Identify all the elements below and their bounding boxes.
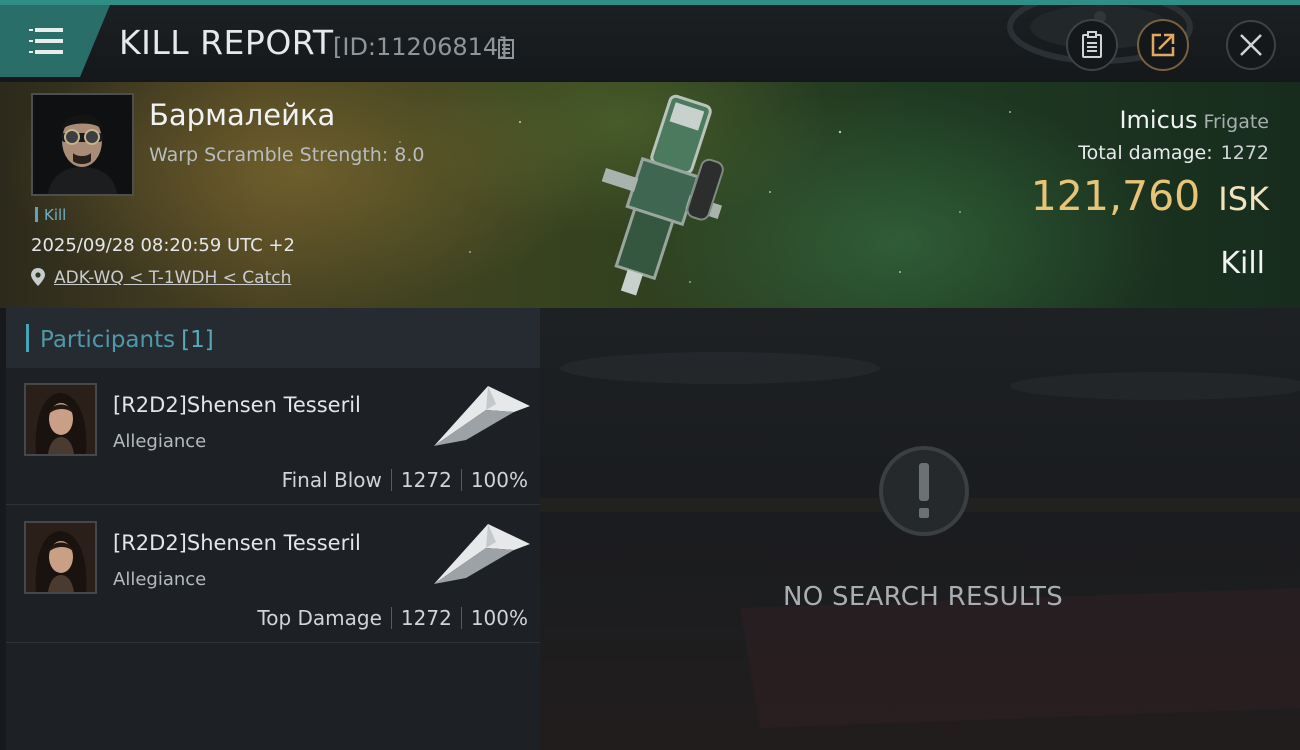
- victim-name: Бармалейка: [149, 98, 336, 132]
- share-button[interactable]: [1137, 19, 1189, 71]
- close-icon: [1240, 34, 1262, 56]
- participant-ship-icon: [434, 386, 530, 446]
- participant-ship-icon: [434, 524, 530, 584]
- copy-icon[interactable]: [498, 39, 514, 59]
- ship-info: Imicus Frigate: [1119, 106, 1269, 134]
- total-damage-value: 1272: [1220, 142, 1269, 164]
- participant-role: Top Damage: [257, 606, 382, 630]
- share-icon: [1151, 33, 1175, 57]
- participants-panel: Participants [1] [R2D2]Shensen Tesseril A…: [6, 308, 540, 750]
- header-bar: KILL REPORT [ID:11206814]: [0, 5, 1300, 82]
- participant-percent: 100%: [470, 468, 528, 492]
- kill-tag: Kill: [35, 206, 66, 224]
- menu-button[interactable]: [0, 5, 110, 77]
- ship-name: Imicus: [1119, 106, 1198, 134]
- results-panel: NO SEARCH RESULTS: [540, 308, 1300, 750]
- participant-portrait: [26, 523, 95, 592]
- kill-result: Kill: [1220, 246, 1265, 281]
- victim-subtitle: Warp Scramble Strength: 8.0: [149, 144, 425, 166]
- victim-avatar: [33, 95, 132, 194]
- participant-corp: Allegiance: [113, 569, 207, 590]
- participant-role: Final Blow: [281, 468, 382, 492]
- participant-percent: 100%: [470, 606, 528, 630]
- isk-amount: 121,760: [1030, 172, 1201, 220]
- isk-unit: ISK: [1218, 180, 1269, 218]
- ship-class: Frigate: [1203, 111, 1269, 133]
- location-link[interactable]: ADK-WQ < T-1WDH < Catch: [54, 268, 291, 288]
- participant-stats: Final Blow 1272 100%: [282, 468, 528, 492]
- location-pin-icon: [31, 268, 45, 286]
- participant-corp: Allegiance: [113, 431, 207, 452]
- participant-stats: Top Damage 1272 100%: [257, 606, 528, 630]
- total-damage: Total damage: 1272: [1078, 142, 1269, 164]
- close-button[interactable]: [1226, 20, 1276, 70]
- clipboard-icon: [1082, 31, 1102, 58]
- participant-avatar[interactable]: [24, 521, 97, 594]
- participant-damage: 1272: [400, 468, 452, 492]
- no-results-text: NO SEARCH RESULTS: [782, 582, 1064, 612]
- exclamation-icon: [879, 446, 969, 536]
- participant-portrait: [26, 385, 95, 454]
- victim-banner: Бармалейка Warp Scramble Strength: 8.0 K…: [0, 82, 1300, 308]
- victim-portrait[interactable]: [31, 93, 134, 196]
- report-id: [ID:11206814]: [333, 33, 508, 61]
- kill-timestamp: 2025/09/28 08:20:59 UTC +2: [31, 235, 295, 256]
- page-title: KILL REPORT: [119, 23, 334, 62]
- isk-value: 121,760 ISK: [1031, 172, 1269, 220]
- total-damage-label: Total damage:: [1078, 142, 1213, 164]
- participants-header: Participants [1]: [6, 308, 540, 368]
- participants-count: [1]: [181, 327, 214, 353]
- participant-damage: 1272: [400, 606, 452, 630]
- participant-name[interactable]: [R2D2]Shensen Tesseril: [113, 531, 361, 555]
- participants-title: Participants [1]: [40, 327, 214, 353]
- participant-avatar[interactable]: [24, 383, 97, 456]
- clipboard-button[interactable]: [1066, 19, 1118, 71]
- hamburger-menu-icon: [27, 28, 63, 54]
- victim-ship-render: [601, 94, 724, 296]
- participant-name[interactable]: [R2D2]Shensen Tesseril: [113, 393, 361, 417]
- participant-row[interactable]: [R2D2]Shensen Tesseril Allegiance Final …: [6, 368, 540, 505]
- participant-row[interactable]: [R2D2]Shensen Tesseril Allegiance Top Da…: [6, 506, 540, 643]
